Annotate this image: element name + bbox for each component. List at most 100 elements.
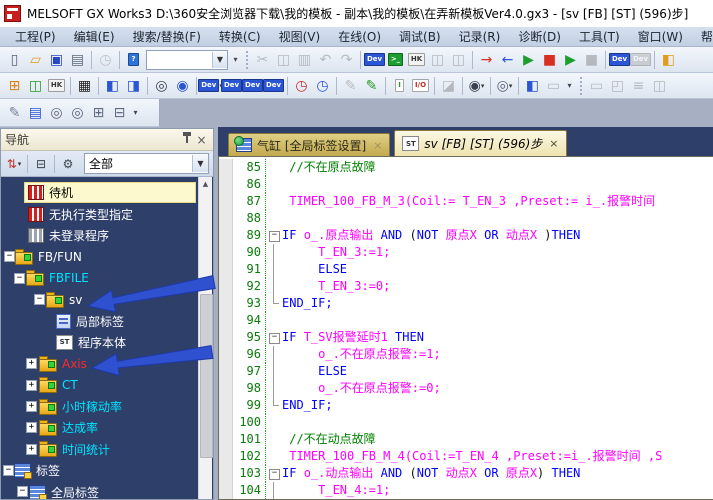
display-setting-icon[interactable]: ◉▾: [466, 75, 487, 96]
delete-line-icon[interactable]: ⊟: [109, 102, 130, 123]
fold-collapse-icon[interactable]: −: [269, 333, 280, 344]
program-setting-icon[interactable]: ✎: [340, 75, 361, 96]
window-find-icon[interactable]: ◧: [522, 75, 543, 96]
fold-collapse-icon[interactable]: −: [269, 231, 280, 242]
tree-item[interactable]: 待机: [25, 183, 195, 202]
user-setting-icon[interactable]: ◫: [649, 75, 670, 96]
menu-item-12[interactable]: 帮助(H): [692, 27, 713, 46]
tree-filter-dropdown[interactable]: 全部 ▼: [84, 153, 209, 174]
tree-item[interactable]: 局部标签: [53, 311, 195, 330]
device-display-icon[interactable]: Dev▾: [200, 75, 221, 96]
program-check-icon[interactable]: ✎: [361, 75, 382, 96]
module-configuration-icon[interactable]: HK: [46, 75, 67, 96]
menu-item-8[interactable]: 记录(R): [450, 27, 510, 46]
st-find-icon[interactable]: ◎: [46, 102, 67, 123]
watch-start-icon[interactable]: ▶: [560, 49, 581, 70]
toolbar-overflow-icon[interactable]: ▾: [230, 50, 241, 70]
toolbar-grip[interactable]: [244, 51, 249, 69]
tree-item[interactable]: 小时稼动率: [36, 397, 195, 416]
tree-item[interactable]: FB/FUN: [12, 247, 195, 266]
statement-list-icon[interactable]: ◧: [658, 49, 679, 70]
tab-close-icon[interactable]: ×: [373, 139, 382, 152]
add-line-icon[interactable]: ⊞: [88, 102, 109, 123]
menu-item-2[interactable]: 编辑(E): [65, 27, 124, 46]
io-check-icon[interactable]: I/O: [410, 75, 431, 96]
find-in-window-icon[interactable]: ◉: [172, 75, 193, 96]
dialog-icon[interactable]: ◰: [607, 75, 628, 96]
title-bar[interactable]: MELSOFT GX Works3 D:\360安全浏览器下载\我的模板 - 副…: [0, 0, 713, 27]
collapse-tree-button[interactable]: ⊟: [31, 154, 51, 174]
function-block-selection-combobox[interactable]: ▼: [146, 50, 228, 70]
fold-collapse-icon[interactable]: −: [269, 469, 280, 480]
program-window-icon[interactable]: ◧: [102, 75, 123, 96]
form-icon[interactable]: ▭: [586, 75, 607, 96]
device-find-icon[interactable]: Dev: [242, 75, 263, 96]
pin-icon[interactable]: [179, 132, 194, 147]
scroll-up-icon[interactable]: ▲: [199, 177, 212, 191]
st-copy-icon[interactable]: ▤: [25, 102, 46, 123]
sort-order-button[interactable]: ⇅▾: [4, 154, 24, 174]
read-from-plc-icon[interactable]: ←: [497, 49, 518, 70]
print-icon[interactable]: ▤: [67, 49, 88, 70]
tree-item[interactable]: 标签: [11, 461, 195, 480]
scrollbar-thumb[interactable]: [200, 294, 213, 458]
device-batch-replace-icon[interactable]: Dev: [630, 49, 651, 70]
menu-item-1[interactable]: 工程(P): [6, 27, 65, 46]
menu-item-10[interactable]: 工具(T): [570, 27, 629, 46]
tree-item[interactable]: 未登录程序: [25, 226, 195, 245]
tree-item[interactable]: Axis: [36, 354, 195, 373]
menu-item-11[interactable]: 窗口(W): [629, 27, 692, 46]
tree-item[interactable]: FBFILE: [23, 269, 195, 288]
watch-stop-icon[interactable]: ■: [581, 49, 602, 70]
chevron-down-icon[interactable]: ▼: [212, 52, 227, 68]
write-to-plc-icon[interactable]: →: [476, 49, 497, 70]
module-tool-icon[interactable]: HK: [406, 49, 427, 70]
save-project-icon[interactable]: ▣: [46, 49, 67, 70]
monitor-stop-icon[interactable]: ■: [539, 49, 560, 70]
device-comment-icon[interactable]: Dev: [364, 49, 385, 70]
tab-global-label[interactable]: 气缸 [全局标签设置] ×: [228, 133, 390, 156]
ladder-input-icon[interactable]: ◨: [123, 75, 144, 96]
st-code-editor[interactable]: 85 //不在原点故障8687 TIMER_100_FB_M_3(Coil:= …: [218, 156, 713, 500]
screen-copy-icon[interactable]: ◫: [427, 49, 448, 70]
tree-scrollbar[interactable]: ▲: [198, 177, 212, 499]
tree-item[interactable]: 达成率: [36, 418, 195, 437]
project-tree-icon[interactable]: ⊞: [4, 75, 25, 96]
redo-icon[interactable]: ↷: [336, 49, 357, 70]
menu-item-9[interactable]: 诊断(D): [509, 27, 570, 46]
st-edit-icon[interactable]: ✎: [4, 102, 25, 123]
find-icon[interactable]: ◎: [151, 75, 172, 96]
toolbar-grip[interactable]: [578, 77, 583, 95]
menu-item-4[interactable]: 转换(C): [210, 27, 270, 46]
tree-item[interactable]: sv: [43, 290, 195, 309]
tree-item[interactable]: ST程序本体: [53, 333, 195, 352]
copy-icon[interactable]: ◫: [273, 49, 294, 70]
watch-blue-icon[interactable]: ◷: [312, 75, 333, 96]
close-icon[interactable]: ×: [194, 132, 209, 147]
dock-icon[interactable]: ▭: [543, 75, 564, 96]
cut-icon[interactable]: ✂: [252, 49, 273, 70]
project-revision-icon[interactable]: ◷: [95, 49, 116, 70]
menu-item-3[interactable]: 搜索/替换(F): [124, 27, 210, 46]
menu-item-5[interactable]: 视图(V): [270, 27, 330, 46]
toolbar-overflow-icon[interactable]: ▾: [130, 103, 141, 123]
device-batch-monitor-icon[interactable]: Dev: [609, 49, 630, 70]
parameter-icon[interactable]: ▦: [74, 75, 95, 96]
screen-paste-icon[interactable]: ◫: [448, 49, 469, 70]
device-monitor-icon[interactable]: >_: [385, 49, 406, 70]
gear-icon[interactable]: ⚙: [58, 154, 78, 174]
paste-icon[interactable]: ▥: [294, 49, 315, 70]
device-list-icon[interactable]: Dev: [263, 75, 284, 96]
device-batch-icon[interactable]: Dev: [221, 75, 242, 96]
new-project-icon[interactable]: ▯: [4, 49, 25, 70]
monitor-start-icon[interactable]: ▶: [518, 49, 539, 70]
chevron-down-icon[interactable]: ▼: [192, 155, 208, 172]
help-icon[interactable]: ?: [123, 49, 144, 70]
tree-item[interactable]: 全局标签: [26, 482, 195, 499]
tab-close-icon[interactable]: ×: [549, 137, 558, 150]
convert-icon[interactable]: ◪: [438, 75, 459, 96]
watch-red-icon[interactable]: ◷: [291, 75, 312, 96]
open-project-icon[interactable]: ▱: [25, 49, 46, 70]
connection-destination-icon[interactable]: ◫: [25, 75, 46, 96]
tab-sv-st[interactable]: ST sv [FB] [ST] (596)步 ×: [394, 130, 566, 156]
